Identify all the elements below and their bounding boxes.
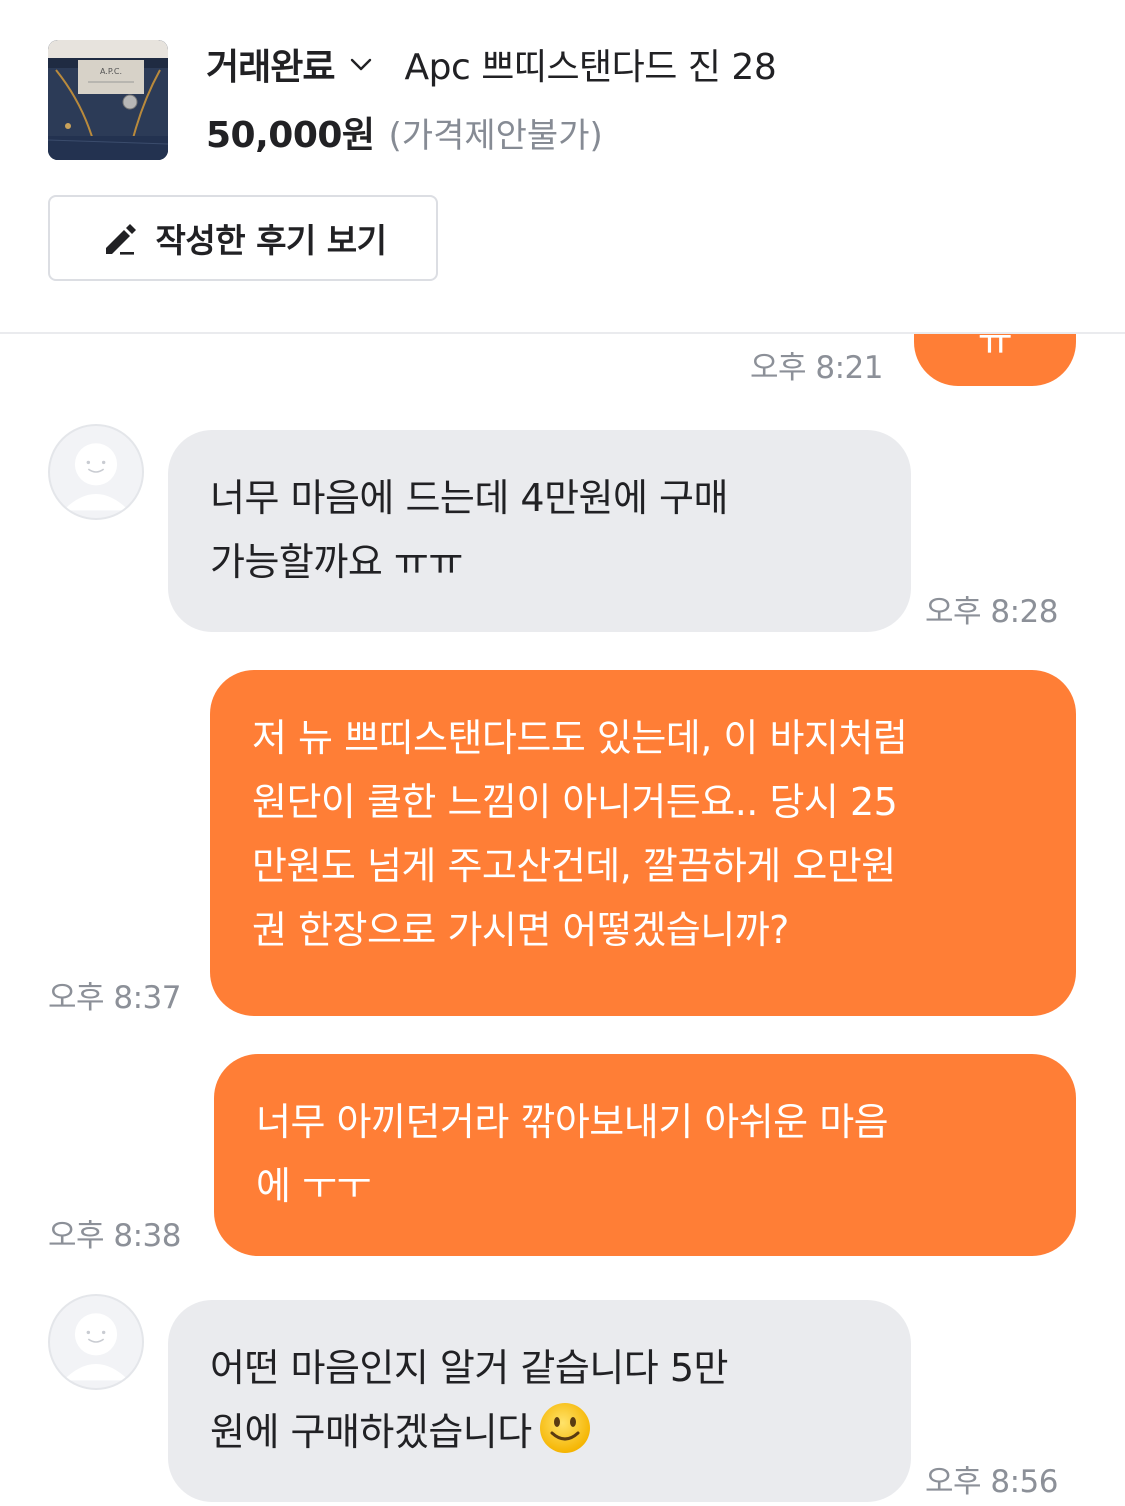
product-title: Apc 쁘띠스탠다드 진 28 (404, 47, 777, 88)
default-profile-icon (63, 1313, 129, 1381)
message-time: 오후 8:38 (48, 1218, 182, 1254)
message-text-line: 저 뉴 쁘띠스탠다드도 있는데, 이 바지처럼 (252, 716, 908, 760)
chat-screen: A.P.C. 거래완료 Apc 쁘띠스탠다드 진 28 50,000원 (가격제… (0, 0, 1125, 1506)
view-review-button[interactable]: 작성한 후기 보기 (48, 195, 438, 281)
message-text-line: 가능할까요 ㅠㅠ (210, 540, 463, 584)
avatar[interactable] (48, 1294, 144, 1390)
outgoing-message-bubble[interactable]: ㅠ (914, 334, 1076, 386)
price-note: (가격제안불가) (388, 115, 603, 156)
message-text-line: 만원도 넘게 주고산건데, 깔끔하게 오만원 (252, 844, 896, 888)
avatar[interactable] (48, 424, 144, 520)
pencil-icon (100, 218, 140, 258)
product-price: 50,000원 (206, 115, 375, 156)
message-time: 오후 8:56 (925, 1464, 1059, 1500)
outgoing-message-bubble[interactable]: 저 뉴 쁘띠스탠다드도 있는데, 이 바지처럼 원단이 쿨한 느낌이 아니거든요… (210, 670, 1076, 1016)
trade-status[interactable]: 거래완료 (206, 38, 335, 90)
incoming-message-bubble[interactable]: 너무 마음에 드는데 4만원에 구매 가능할까요 ㅠㅠ (168, 430, 911, 632)
incoming-message-bubble[interactable]: 어떤 마음인지 알거 같습니다 5만 원에 구매하겠습니다 (168, 1300, 911, 1502)
smiling-face-icon (538, 1401, 592, 1455)
message-text-line: 권 한장으로 가시면 어떻겠습니까? (252, 908, 789, 952)
message-list[interactable]: ㅠ 오후 8:21 너무 마음에 드는데 4만원에 구매 가능할까요 ㅠㅠ 오후… (0, 334, 1125, 1506)
jeans-image: A.P.C. (48, 40, 168, 160)
message-text-line: ㅠ (977, 334, 1013, 364)
message-time: 오후 8:37 (48, 980, 182, 1016)
message-text-line: 너무 아끼던거라 깎아보내기 아쉬운 마음 (256, 1100, 889, 1144)
message-text-line: 원에 구매하겠습니다 (210, 1400, 869, 1464)
price-row: 50,000원 (가격제안불가) (206, 108, 603, 156)
outgoing-message-bubble[interactable]: 너무 아끼던거라 깎아보내기 아쉬운 마음 에 ㅜㅜ (214, 1054, 1076, 1256)
view-review-label: 작성한 후기 보기 (155, 221, 388, 260)
message-text-line: 어떤 마음인지 알거 같습니다 5만 (210, 1346, 728, 1390)
svg-text:A.P.C.: A.P.C. (100, 67, 122, 76)
product-thumbnail[interactable]: A.P.C. (48, 40, 168, 160)
trade-status-row: 거래완료 Apc 쁘띠스탠다드 진 28 (206, 38, 777, 90)
product-header: A.P.C. 거래완료 Apc 쁘띠스탠다드 진 28 50,000원 (가격제… (0, 0, 1125, 334)
message-text-line: 너무 마음에 드는데 4만원에 구매 (210, 476, 728, 520)
message-time: 오후 8:21 (750, 350, 884, 386)
message-text-fragment: 원에 구매하겠습니다 (210, 1410, 532, 1454)
message-text-line: 원단이 쿨한 느낌이 아니거든요.. 당시 25 (252, 780, 898, 824)
message-time: 오후 8:28 (925, 594, 1059, 630)
message-text-line: 에 ㅜㅜ (256, 1164, 371, 1208)
chevron-down-icon[interactable] (348, 51, 374, 77)
default-profile-icon (63, 443, 129, 511)
